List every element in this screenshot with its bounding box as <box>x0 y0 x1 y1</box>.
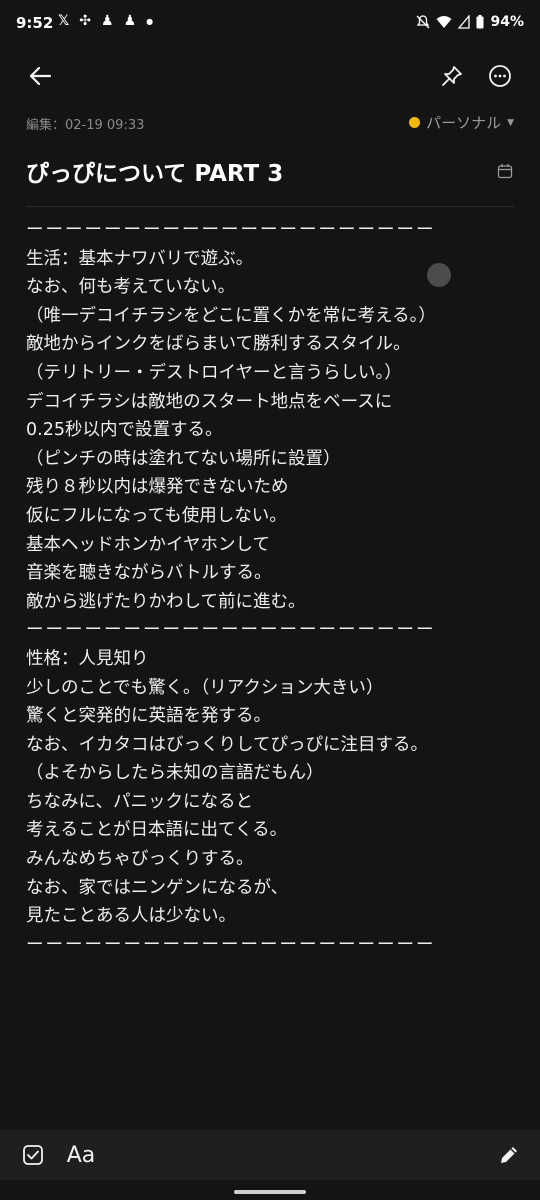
figure-icon: ♟ <box>101 13 114 29</box>
battery-percent: 94% <box>490 14 524 30</box>
note-line: 生活：基本ナワバリで遊ぶ。 <box>26 248 254 269</box>
folder-name: パーソナル <box>426 114 502 132</box>
note-line: 性格：人見知り <box>26 648 149 669</box>
wifi-icon <box>436 16 452 28</box>
folder-selector[interactable]: パーソナル ▼ <box>409 112 514 133</box>
caret-down-icon: ▼ <box>507 117 514 128</box>
note-line: （よそからしたら未知の言語だもん） <box>26 763 324 784</box>
note-line: 基本ヘッドホンかイヤホンして <box>26 534 270 555</box>
pin-icon <box>442 66 462 86</box>
text-format-button[interactable]: Aa <box>64 1138 98 1172</box>
system-icons: 94% <box>416 14 524 30</box>
battery-icon <box>476 15 484 29</box>
status-time: 9:52 <box>16 14 54 32</box>
title-divider <box>26 206 514 207</box>
note-line: 敵から逃げたりかわして前に進む。 <box>26 591 306 612</box>
note-line: （唯一デコイチラシをどこに置くかを常に考える。） <box>26 305 436 326</box>
edited-timestamp: 編集：02-19 09:33 <box>26 118 145 133</box>
notification-icons: 𝕏 ✣ ♟ ♟ ● <box>58 13 153 31</box>
note-line: みんなめちゃびっくりする。 <box>26 849 254 870</box>
calendar-icon <box>497 164 513 179</box>
more-options-button[interactable] <box>482 58 518 94</box>
note-line: なお、家ではニンゲンになるが、 <box>26 877 289 898</box>
x-icon: 𝕏 <box>58 13 70 29</box>
note-line: ちなみに、パニックになると <box>26 791 253 812</box>
back-button[interactable] <box>22 58 58 94</box>
note-meta: 編集：02-19 09:33 パーソナル ▼ <box>26 112 514 134</box>
checklist-button[interactable] <box>16 1138 50 1172</box>
app-bar <box>0 52 540 100</box>
note-line: 考えることが日本語に出てくる。 <box>26 820 288 841</box>
folder-color-dot <box>409 117 421 128</box>
gesture-nav-bar[interactable] <box>234 1190 306 1194</box>
separator-line: ーーーーーーーーーーーーーーーーーーーーー <box>26 934 436 955</box>
note-line: 0.25秒以内で設置する。 <box>26 420 223 441</box>
note-body[interactable]: ーーーーーーーーーーーーーーーーーーーーー 生活：基本ナワバリで遊ぶ。 なお、何も考… <box>26 216 526 959</box>
more-horizontal-icon <box>489 65 511 87</box>
note-line: 見たことある人は少ない。 <box>26 906 236 927</box>
pin-button[interactable] <box>434 58 470 94</box>
note-line: 仮にフルになっても使用しない。 <box>26 505 287 526</box>
checklist-icon <box>23 1145 43 1165</box>
note-line: （ピンチの時は塗れてない場所に設置） <box>26 448 341 469</box>
edit-button[interactable] <box>492 1138 526 1172</box>
pencil-icon <box>501 1147 517 1163</box>
dot-icon: ● <box>146 17 154 26</box>
status-bar: 9:52 𝕏 ✣ ♟ ♟ ● 94% <box>0 0 540 52</box>
note-line: デコイチラシは敵地のスタート地点をベースに <box>26 391 393 412</box>
note-title[interactable]: ぴっぴについて PART 3 <box>26 154 283 188</box>
reminder-button[interactable] <box>496 162 514 180</box>
note-line: なお、何も考えていない。 <box>26 277 236 298</box>
figure-icon: ♟ <box>123 13 137 29</box>
note-line: なお、イカタコはびっくりしてぴっぴに注目する。 <box>26 734 428 755</box>
touch-indicator <box>427 263 451 287</box>
note-line: （テリトリー・デストロイヤーと言うらしい。） <box>26 362 402 383</box>
arrow-left-icon <box>29 67 51 85</box>
mute-icon <box>417 15 430 29</box>
bottom-toolbar: Aa <box>0 1130 540 1180</box>
note-line: 驚くと突発的に英語を発する。 <box>26 706 271 727</box>
signal-icon <box>458 15 471 29</box>
separator-line: ーーーーーーーーーーーーーーーーーーーーー <box>26 220 436 240</box>
note-line: 少しのことでも驚く。（リアクション大きい） <box>26 677 384 698</box>
note-line: 音楽を聴きながらバトルする。 <box>26 563 272 584</box>
separator-line: ーーーーーーーーーーーーーーーーーーーーー <box>26 620 436 641</box>
note-line: 敵地からインクをばらまいて勝利するスタイル。 <box>26 334 411 355</box>
pinwheel-icon: ✣ <box>79 13 92 29</box>
note-line: 残り８秒以内は爆発できないため <box>26 477 289 498</box>
